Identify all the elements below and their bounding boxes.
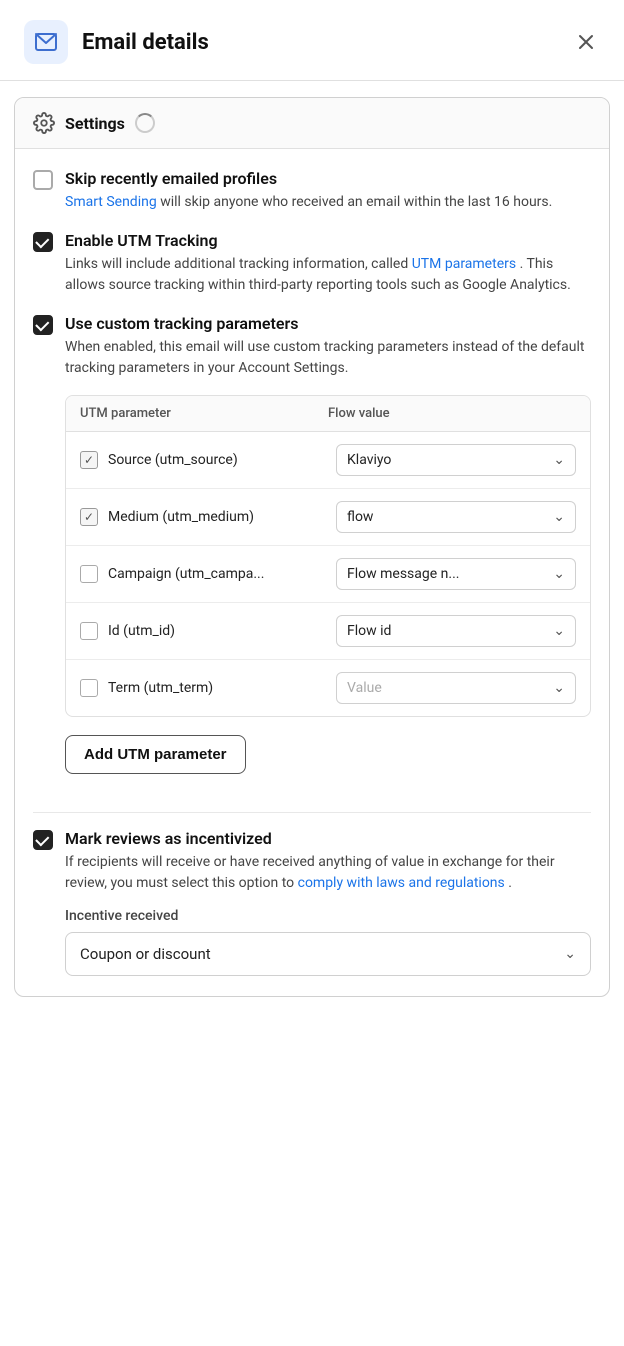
utm-row-campaign: Campaign (utm_campa... Flow message n...… — [66, 546, 590, 603]
utm-campaign-chevron-icon: ⌄ — [553, 566, 565, 582]
utm-term-chevron-icon: ⌄ — [553, 680, 565, 696]
utm-parameters-link[interactable]: UTM parameters — [412, 256, 516, 272]
incentive-chevron-icon: ⌄ — [564, 946, 576, 962]
utm-medium-chevron-icon: ⌄ — [553, 509, 565, 525]
skip-recently-desc-suffix: will skip anyone who received an email w… — [160, 194, 552, 210]
mark-reviews-desc-suffix: . — [508, 875, 512, 891]
skip-recently-description: Smart Sending will skip anyone who recei… — [65, 192, 591, 213]
email-icon — [34, 30, 58, 54]
incentive-value: Coupon or discount — [80, 945, 211, 963]
enable-utm-label-group: Enable UTM Tracking Links will include a… — [65, 231, 591, 296]
utm-campaign-label: Campaign (utm_campa... — [108, 566, 326, 582]
utm-row-id: Id (utm_id) Flow id ⌄ — [66, 603, 590, 660]
skip-recently-row: Skip recently emailed profiles Smart Sen… — [33, 169, 591, 213]
mark-reviews-label-group: Mark reviews as incentivized If recipien… — [65, 829, 591, 976]
utm-campaign-dropdown[interactable]: Flow message n... ⌄ — [336, 558, 576, 590]
header: Email details — [0, 0, 624, 80]
mark-reviews-label: Mark reviews as incentivized — [65, 829, 591, 848]
mark-reviews-checkbox[interactable] — [33, 830, 53, 850]
add-utm-button[interactable]: Add UTM parameter — [65, 735, 246, 774]
skip-recently-label: Skip recently emailed profiles — [65, 169, 591, 188]
utm-col-param-header: UTM parameter — [80, 406, 328, 421]
section-divider — [33, 812, 591, 813]
utm-medium-dropdown[interactable]: flow ⌄ — [336, 501, 576, 533]
utm-row-source: Source (utm_source) Klaviyo ⌄ — [66, 432, 590, 489]
utm-id-checkbox[interactable] — [80, 622, 98, 640]
mark-reviews-description: If recipients will receive or have recei… — [65, 852, 591, 894]
enable-utm-description: Links will include additional tracking i… — [65, 254, 591, 296]
utm-term-value: Value — [347, 680, 382, 696]
utm-source-dropdown[interactable]: Klaviyo ⌄ — [336, 444, 576, 476]
mark-reviews-row: Mark reviews as incentivized If recipien… — [33, 829, 591, 976]
enable-utm-row: Enable UTM Tracking Links will include a… — [33, 231, 591, 296]
custom-tracking-row: Use custom tracking parameters When enab… — [33, 314, 591, 794]
utm-col-value-header: Flow value — [328, 406, 576, 421]
page-title: Email details — [82, 30, 209, 55]
comply-laws-link[interactable]: comply with laws and regulations — [298, 875, 505, 891]
utm-row-term: Term (utm_term) Value ⌄ — [66, 660, 590, 716]
utm-id-dropdown[interactable]: Flow id ⌄ — [336, 615, 576, 647]
custom-tracking-label-group: Use custom tracking parameters When enab… — [65, 314, 591, 794]
utm-id-value: Flow id — [347, 623, 391, 639]
smart-sending-link[interactable]: Smart Sending — [65, 194, 157, 210]
settings-body: Skip recently emailed profiles Smart Sen… — [15, 149, 609, 996]
loading-spinner — [135, 113, 155, 133]
close-icon — [576, 32, 596, 52]
settings-title: Settings — [65, 114, 125, 133]
utm-source-value: Klaviyo — [347, 452, 391, 468]
utm-source-checkbox[interactable] — [80, 451, 98, 469]
enable-utm-label: Enable UTM Tracking — [65, 231, 591, 250]
enable-utm-desc-prefix: Links will include additional tracking i… — [65, 256, 412, 272]
utm-medium-value: flow — [347, 509, 373, 525]
utm-medium-checkbox[interactable] — [80, 508, 98, 526]
utm-term-checkbox[interactable] — [80, 679, 98, 697]
skip-recently-label-group: Skip recently emailed profiles Smart Sen… — [65, 169, 591, 213]
utm-term-label: Term (utm_term) — [108, 680, 326, 696]
header-left: Email details — [24, 20, 209, 64]
add-utm-button-label: Add UTM parameter — [84, 746, 227, 763]
settings-header: Settings — [15, 98, 609, 149]
utm-campaign-checkbox[interactable] — [80, 565, 98, 583]
utm-table: UTM parameter Flow value Source (utm_sou… — [65, 395, 591, 717]
incentive-dropdown[interactable]: Coupon or discount ⌄ — [65, 932, 591, 976]
custom-tracking-description: When enabled, this email will use custom… — [65, 337, 591, 379]
email-icon-wrap — [24, 20, 68, 64]
custom-tracking-checkbox[interactable] — [33, 315, 53, 335]
settings-section: Settings Skip recently emailed profiles … — [14, 97, 610, 997]
skip-recently-checkbox[interactable] — [33, 170, 53, 190]
utm-source-chevron-icon: ⌄ — [553, 452, 565, 468]
incentive-label: Incentive received — [65, 908, 591, 924]
utm-row-medium: Medium (utm_medium) flow ⌄ — [66, 489, 590, 546]
utm-medium-label: Medium (utm_medium) — [108, 509, 326, 525]
close-button[interactable] — [572, 28, 600, 56]
utm-id-label: Id (utm_id) — [108, 623, 326, 639]
header-divider — [0, 80, 624, 81]
utm-campaign-value: Flow message n... — [347, 566, 459, 582]
enable-utm-checkbox[interactable] — [33, 232, 53, 252]
utm-term-dropdown[interactable]: Value ⌄ — [336, 672, 576, 704]
gear-icon — [33, 112, 55, 134]
utm-source-label: Source (utm_source) — [108, 452, 326, 468]
custom-tracking-label: Use custom tracking parameters — [65, 314, 591, 333]
utm-id-chevron-icon: ⌄ — [553, 623, 565, 639]
utm-table-header: UTM parameter Flow value — [66, 396, 590, 432]
